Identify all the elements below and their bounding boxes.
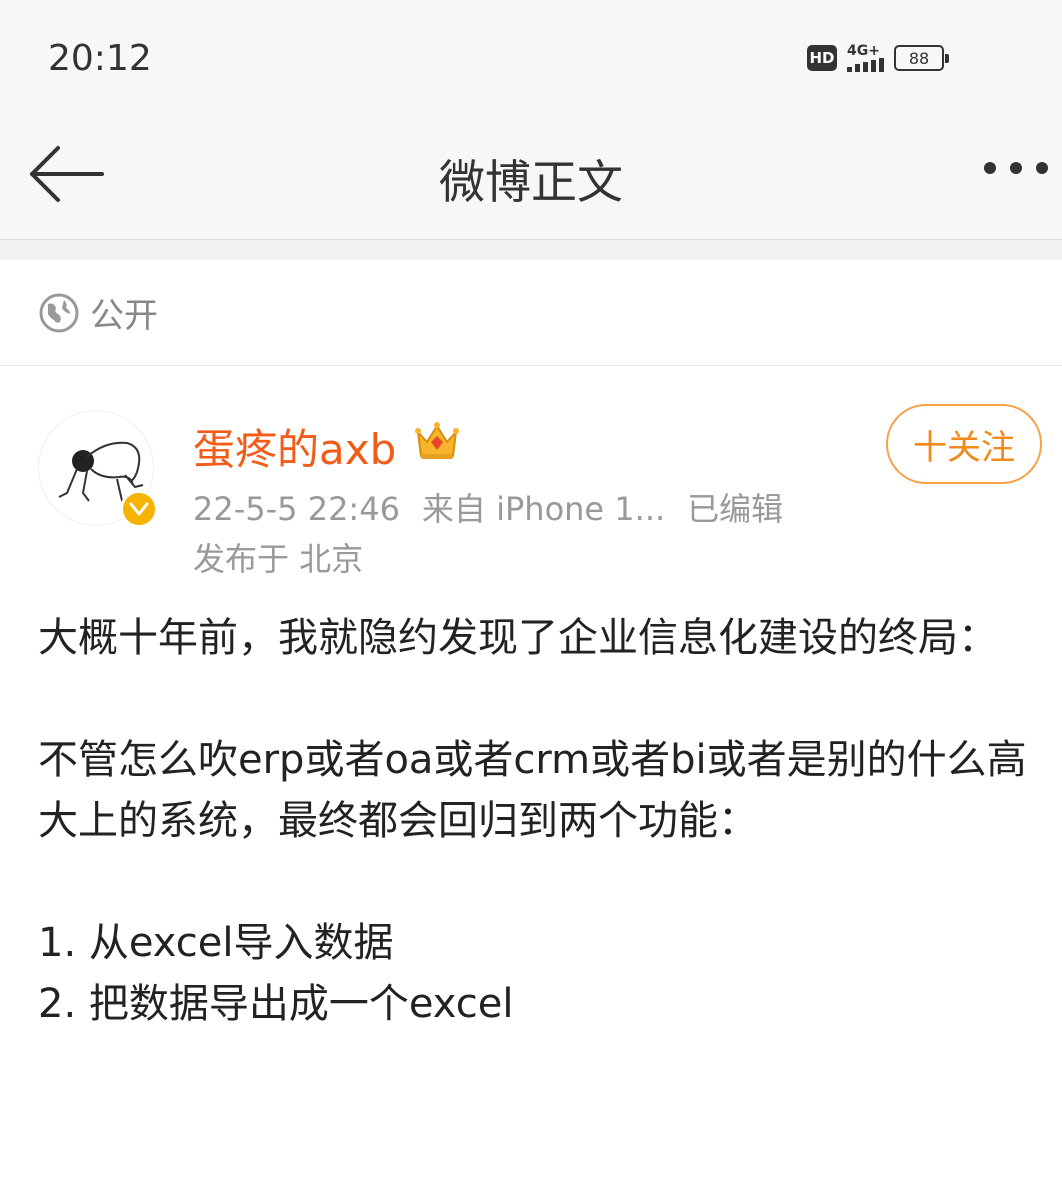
- divider: [0, 240, 1062, 260]
- verified-badge-icon: [120, 490, 158, 528]
- post-source[interactable]: 来自 iPhone 1...: [422, 490, 665, 528]
- post-date: 22-5-5 22:46: [193, 490, 400, 528]
- visibility-label: 公开: [90, 296, 158, 336]
- status-bar: 20:12 HD 4G+ 88: [0, 0, 1062, 120]
- post-paragraph: 大概十年前，我就隐约发现了企业信息化建设的终局：: [38, 615, 998, 661]
- post-meta: 22-5-5 22:46 来自 iPhone 1... 已编辑: [193, 484, 805, 530]
- post-paragraph: 1. 从excel导入数据: [38, 920, 394, 966]
- globe-icon: [39, 293, 79, 332]
- status-icons: HD 4G+ 88: [807, 44, 949, 72]
- status-time: 20:12: [48, 38, 152, 79]
- author-name[interactable]: 蛋疼的axb: [193, 416, 396, 477]
- battery-icon: 88: [894, 45, 949, 71]
- page-title: 微博正文: [439, 155, 623, 209]
- visibility-row: 公开: [0, 260, 1062, 366]
- crown-icon: [415, 422, 459, 459]
- hd-icon: HD: [807, 45, 837, 71]
- network-type: 4G+: [847, 43, 880, 59]
- post-content: 大概十年前，我就隐约发现了企业信息化建设的终局： 不管怎么吹erp或者oa或者c…: [38, 608, 1038, 1035]
- post-location: 发布于 北京: [193, 540, 364, 578]
- more-dots-icon[interactable]: [984, 162, 1048, 174]
- nav-bar: 微博正文: [0, 120, 1062, 240]
- post-paragraph: 不管怎么吹erp或者oa或者crm或者bi或者是别的什么高大上的系统，最终都会回…: [38, 737, 1027, 844]
- battery-level: 88: [908, 48, 930, 68]
- follow-button[interactable]: 十关注: [886, 404, 1042, 484]
- signal-icon: 4G+: [847, 44, 884, 72]
- post-paragraph: 2. 把数据导出成一个excel: [38, 981, 514, 1027]
- edited-label[interactable]: 已编辑: [687, 490, 783, 528]
